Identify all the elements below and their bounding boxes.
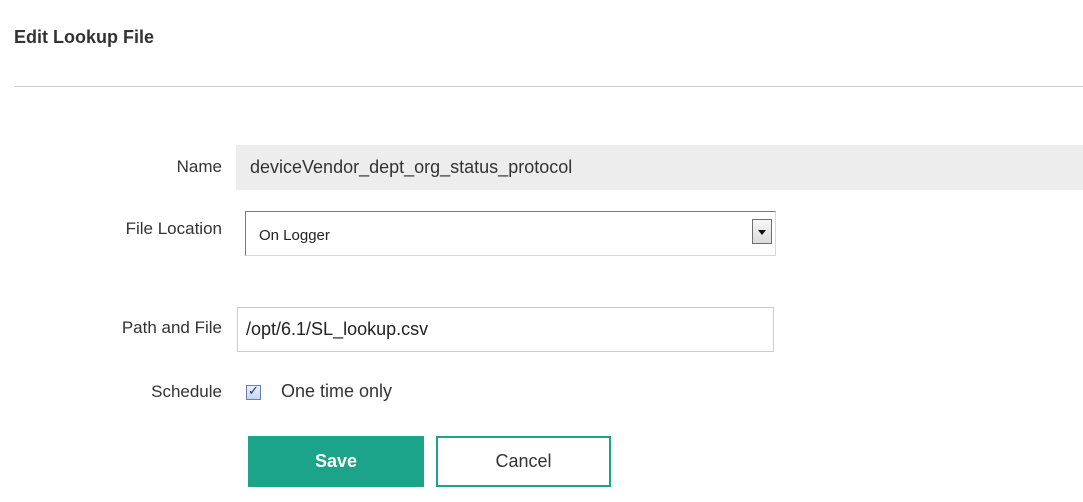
cancel-button[interactable]: Cancel — [436, 436, 611, 487]
edit-lookup-file-page: Edit Lookup File Name deviceVendor_dept_… — [0, 0, 1083, 502]
file-location-label: File Location — [125, 219, 222, 238]
header-divider — [14, 86, 1083, 87]
one-time-only-label[interactable]: One time only — [281, 381, 392, 402]
path-and-file-input[interactable] — [237, 307, 774, 352]
schedule-label: Schedule — [151, 382, 222, 401]
page-title: Edit Lookup File — [14, 27, 154, 47]
dropdown-arrow-button[interactable] — [752, 219, 772, 244]
checkmark-icon: ✓ — [248, 383, 259, 398]
save-button[interactable]: Save — [248, 436, 424, 487]
name-field: deviceVendor_dept_org_status_protocol — [236, 145, 1083, 190]
name-label: Name — [176, 157, 222, 176]
chevron-down-icon — [758, 230, 766, 235]
one-time-only-checkbox[interactable]: ✓ — [246, 383, 261, 400]
file-location-select[interactable]: On Logger — [245, 211, 776, 256]
file-location-selected-value: On Logger — [259, 227, 330, 244]
path-and-file-label: Path and File — [121, 318, 222, 337]
